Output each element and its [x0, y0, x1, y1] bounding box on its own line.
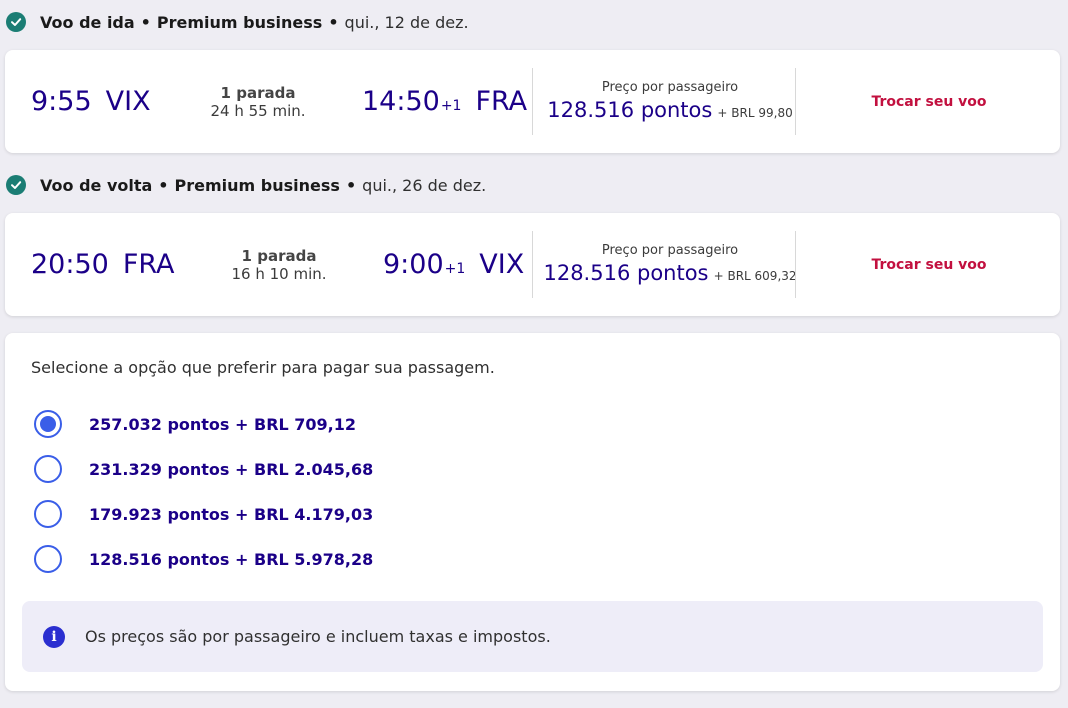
departure: 20:50 FRA [31, 213, 174, 316]
departure-time: 20:50 [31, 249, 109, 280]
departure: 9:55 VIX [31, 50, 151, 153]
arrival: 14:50 +1 FRA [362, 50, 527, 153]
return-flight-card: 20:50 FRA 1 parada 16 h 10 min. 9:00 +1 … [5, 213, 1060, 316]
arrival-time: 9:00 [383, 249, 444, 280]
outbound-flight-card: 9:55 VIX 1 parada 24 h 55 min. 14:50 +1 … [5, 50, 1060, 153]
outbound-header: Voo de ida • Premium business • qui., 12… [6, 10, 469, 34]
return-header: Voo de volta • Premium business • qui., … [6, 173, 486, 197]
price-block: Preço por passageiro 128.516 pontos + BR… [543, 213, 796, 316]
day-offset: +1 [444, 260, 466, 277]
stops-info: 1 parada 24 h 55 min. [188, 50, 328, 153]
radio-button[interactable] [34, 410, 62, 438]
segment-date: qui., 26 de dez. [362, 175, 487, 195]
payment-option-label: 231.329 pontos + BRL 2.045,68 [89, 459, 374, 479]
info-text: Os preços são por passageiro e incluem t… [85, 627, 551, 646]
segment-cabin: Premium business [174, 175, 340, 195]
info-icon: i [43, 625, 65, 648]
payment-title: Selecione a opção que preferir para paga… [31, 358, 495, 377]
segment-title: Voo de volta [40, 175, 153, 195]
departure-airport: VIX [105, 86, 151, 117]
departure-airport: FRA [122, 249, 175, 280]
day-offset: +1 [440, 97, 462, 114]
change-flight-button[interactable]: Trocar seu voo [805, 213, 1053, 316]
check-circle-icon [6, 12, 26, 32]
radio-selected-dot [40, 416, 56, 432]
payment-option-label: 179.923 pontos + BRL 4.179,03 [89, 504, 374, 524]
divider [532, 231, 533, 298]
segment-cabin: Premium business [156, 12, 323, 32]
price-block: Preço por passageiro 128.516 pontos + BR… [547, 50, 793, 153]
price-label: Preço por passageiro [601, 242, 739, 258]
price-points: 128.516 pontos [543, 260, 709, 285]
payment-option[interactable]: 257.032 pontos + BRL 709,12 [34, 410, 356, 438]
price-points: 128.516 pontos [547, 97, 713, 122]
check-circle-icon [6, 175, 26, 195]
departure-time: 9:55 [31, 86, 92, 117]
stop-count: 1 parada [241, 246, 317, 265]
flight-duration: 24 h 55 min. [210, 101, 306, 120]
segment-date: qui., 12 de dez. [344, 12, 469, 32]
arrival-time: 14:50 [362, 86, 440, 117]
payment-option[interactable]: 179.923 pontos + BRL 4.179,03 [34, 500, 373, 528]
price-extra: + BRL 609,32 [713, 268, 797, 283]
arrival-airport: FRA [475, 86, 528, 117]
flight-duration: 16 h 10 min. [231, 264, 327, 283]
divider [532, 68, 533, 135]
radio-button[interactable] [34, 500, 62, 528]
arrival-airport: VIX [479, 249, 525, 280]
info-banner: i Os preços são por passageiro e incluem… [22, 601, 1043, 672]
stops-info: 1 parada 16 h 10 min. [209, 213, 349, 316]
price-label: Preço por passageiro [601, 79, 739, 95]
payment-options-card: Selecione a opção que preferir para paga… [5, 333, 1060, 691]
change-flight-button[interactable]: Trocar seu voo [805, 50, 1053, 153]
arrival: 9:00 +1 VIX [383, 213, 524, 316]
payment-option[interactable]: 231.329 pontos + BRL 2.045,68 [34, 455, 373, 483]
payment-option-label: 257.032 pontos + BRL 709,12 [89, 414, 357, 434]
radio-button[interactable] [34, 545, 62, 573]
divider [795, 68, 796, 135]
payment-option[interactable]: 128.516 pontos + BRL 5.978,28 [34, 545, 373, 573]
price-extra: + BRL 99,80 [717, 105, 793, 120]
payment-option-label: 128.516 pontos + BRL 5.978,28 [89, 549, 374, 569]
divider [795, 231, 796, 298]
segment-title: Voo de ida [40, 12, 135, 32]
radio-button[interactable] [34, 455, 62, 483]
stop-count: 1 parada [220, 83, 296, 102]
